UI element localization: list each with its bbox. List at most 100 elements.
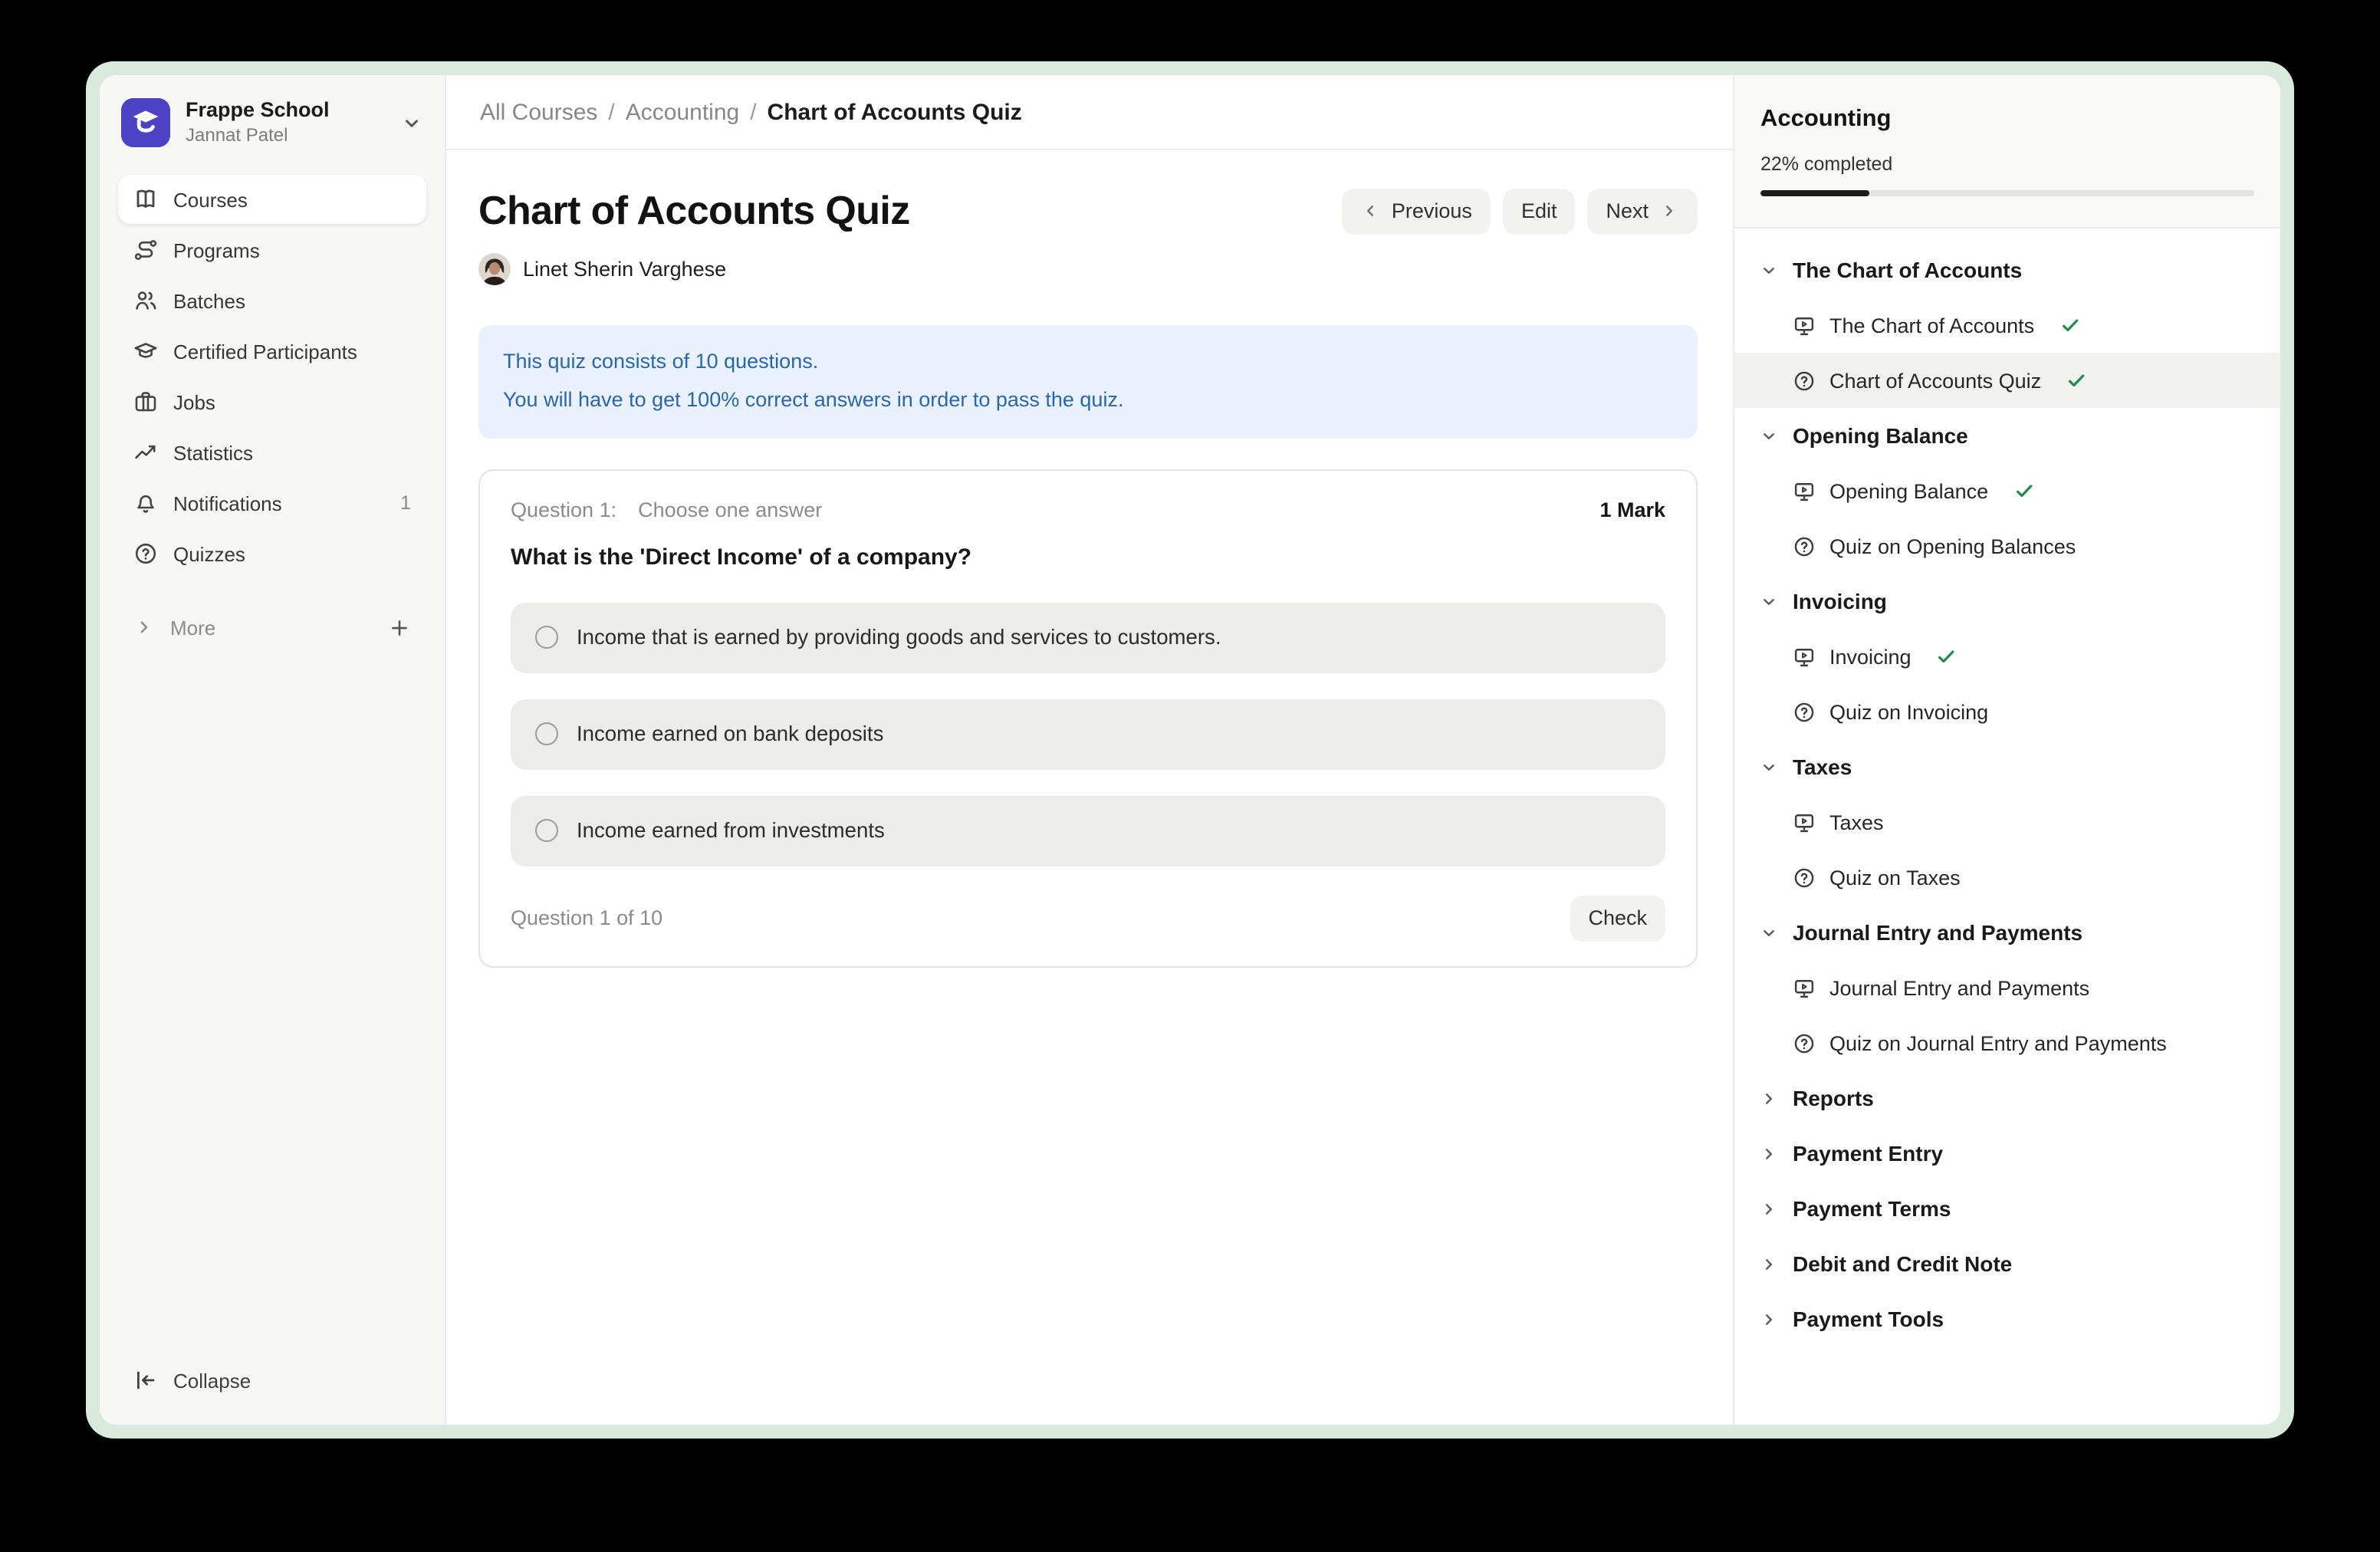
check-button-label: Check bbox=[1588, 907, 1647, 930]
chapter-the-chart-of-accounts[interactable]: The Chart of Accounts bbox=[1734, 242, 2280, 298]
course-title: Accounting bbox=[1760, 106, 2254, 133]
question-mark-value: 1 Mark bbox=[1599, 498, 1665, 521]
sidebar-item-label: Courses bbox=[173, 188, 248, 211]
sidebar-item-batches[interactable]: Batches bbox=[118, 276, 426, 325]
app-window: Frappe School Jannat Patel Courses Progr… bbox=[86, 61, 2294, 1439]
edit-button-label: Edit bbox=[1521, 199, 1557, 222]
briefcase-icon bbox=[133, 390, 158, 414]
chapter-label: The Chart of Accounts bbox=[1793, 258, 2022, 282]
sidebar-item-jobs[interactable]: Jobs bbox=[118, 377, 426, 426]
check-button[interactable]: Check bbox=[1570, 896, 1665, 942]
quiz-icon bbox=[1793, 369, 1816, 392]
collapse-sidebar-button[interactable]: Collapse bbox=[118, 1359, 426, 1402]
chapter-journal-entry-and-payments[interactable]: Journal Entry and Payments bbox=[1734, 905, 2280, 960]
lesson-icon bbox=[1793, 479, 1816, 502]
quiz-notice: This quiz consists of 10 questions. You … bbox=[478, 325, 1698, 439]
sidebar-item-programs[interactable]: Programs bbox=[118, 225, 426, 275]
answer-option-3[interactable]: Income earned from investments bbox=[511, 796, 1665, 866]
lesson-the-chart-of-accounts[interactable]: The Chart of Accounts bbox=[1734, 298, 2280, 353]
lesson-label: Journal Entry and Payments bbox=[1829, 976, 2089, 999]
breadcrumb-all-courses[interactable]: All Courses bbox=[480, 99, 597, 125]
lesson-taxes[interactable]: Taxes bbox=[1734, 794, 2280, 850]
chapter-reports[interactable]: Reports bbox=[1734, 1070, 2280, 1126]
check-icon bbox=[1936, 646, 1958, 667]
chevron-right-icon bbox=[133, 617, 155, 638]
trending-up-icon bbox=[133, 440, 158, 465]
radio-button[interactable] bbox=[535, 626, 558, 649]
chapter-invoicing[interactable]: Invoicing bbox=[1734, 574, 2280, 629]
question-card: Question 1: Choose one answer 1 Mark Wha… bbox=[478, 469, 1698, 968]
chapter-payment-entry[interactable]: Payment Entry bbox=[1734, 1126, 2280, 1181]
chevron-right-icon bbox=[1759, 1254, 1779, 1274]
chapter-label: Opening Balance bbox=[1793, 423, 1968, 448]
sidebar-more[interactable]: More bbox=[118, 603, 426, 652]
sidebar-item-certified-participants[interactable]: Certified Participants bbox=[118, 327, 426, 376]
chapter-debit-and-credit-note[interactable]: Debit and Credit Note bbox=[1734, 1236, 2280, 1291]
notifications-count-badge: 1 bbox=[400, 492, 411, 514]
bell-icon bbox=[133, 491, 158, 515]
chapter-label: Payment Entry bbox=[1793, 1141, 1943, 1166]
lesson-journal-entry-and-payments[interactable]: Journal Entry and Payments bbox=[1734, 960, 2280, 1015]
chevron-down-icon bbox=[1759, 426, 1779, 446]
check-icon bbox=[2013, 480, 2034, 501]
header-buttons: Previous Edit Next bbox=[1343, 188, 1698, 234]
answer-option-2[interactable]: Income earned on bank deposits bbox=[511, 699, 1665, 770]
screen: Frappe School Jannat Patel Courses Progr… bbox=[0, 0, 2380, 1552]
lesson-label: Chart of Accounts Quiz bbox=[1829, 369, 2041, 392]
question-progress-label: Question 1 of 10 bbox=[511, 907, 662, 930]
lesson-label: The Chart of Accounts bbox=[1829, 314, 2034, 337]
course-completed-label: 22% completed bbox=[1760, 153, 2254, 175]
chevron-down-icon bbox=[1759, 260, 1779, 280]
chapter-label: Invoicing bbox=[1793, 589, 1887, 613]
breadcrumb-current: Chart of Accounts Quiz bbox=[768, 99, 1022, 125]
lesson-invoicing[interactable]: Invoicing bbox=[1734, 629, 2280, 684]
chevron-left-icon bbox=[1361, 201, 1381, 221]
sidebar-item-courses[interactable]: Courses bbox=[118, 175, 426, 224]
left-sidebar: Frappe School Jannat Patel Courses Progr… bbox=[100, 75, 446, 1425]
answer-option-label: Income that is earned by providing goods… bbox=[577, 626, 1221, 649]
chevron-right-icon bbox=[1759, 1199, 1779, 1218]
lesson-quiz-on-journal-entry-and-payments[interactable]: Quiz on Journal Entry and Payments bbox=[1734, 1015, 2280, 1070]
previous-button[interactable]: Previous bbox=[1343, 188, 1491, 234]
lesson-quiz-on-taxes[interactable]: Quiz on Taxes bbox=[1734, 850, 2280, 905]
plus-icon[interactable] bbox=[388, 616, 411, 639]
breadcrumb-accounting[interactable]: Accounting bbox=[626, 99, 739, 125]
chapter-taxes[interactable]: Taxes bbox=[1734, 739, 2280, 794]
chapter-payment-terms[interactable]: Payment Terms bbox=[1734, 1181, 2280, 1236]
lesson-chart-of-accounts-quiz[interactable]: Chart of Accounts Quiz bbox=[1734, 353, 2280, 408]
radio-button[interactable] bbox=[535, 723, 558, 746]
graduation-cap-icon bbox=[133, 339, 158, 363]
chapter-label: Taxes bbox=[1793, 755, 1852, 779]
school-meta: Frappe School Jannat Patel bbox=[186, 98, 330, 147]
lesson-quiz-on-opening-balances[interactable]: Quiz on Opening Balances bbox=[1734, 518, 2280, 574]
lesson-opening-balance[interactable]: Opening Balance bbox=[1734, 463, 2280, 518]
lesson-label: Quiz on Opening Balances bbox=[1829, 534, 2076, 557]
sidebar-item-quizzes[interactable]: Quizzes bbox=[118, 529, 426, 578]
chapter-label: Payment Tools bbox=[1793, 1307, 1944, 1331]
answer-option-label: Income earned on bank deposits bbox=[577, 723, 883, 746]
sidebar-item-notifications[interactable]: Notifications 1 bbox=[118, 478, 426, 528]
page-title: Chart of Accounts Quiz bbox=[478, 187, 910, 235]
quiz-notice-line2: You will have to get 100% correct answer… bbox=[503, 382, 1673, 420]
lesson-quiz-on-invoicing[interactable]: Quiz on Invoicing bbox=[1734, 684, 2280, 739]
lesson-label: Opening Balance bbox=[1829, 479, 1988, 502]
chapter-opening-balance[interactable]: Opening Balance bbox=[1734, 408, 2280, 463]
chevron-down-icon bbox=[400, 111, 423, 134]
sidebar-item-label: Quizzes bbox=[173, 542, 245, 565]
school-switcher[interactable]: Frappe School Jannat Patel bbox=[118, 95, 426, 150]
answer-option-1[interactable]: Income that is earned by providing goods… bbox=[511, 603, 1665, 673]
book-open-icon bbox=[133, 187, 158, 212]
sidebar-item-statistics[interactable]: Statistics bbox=[118, 428, 426, 477]
edit-button[interactable]: Edit bbox=[1503, 188, 1576, 234]
author-row: Linet Sherin Varghese bbox=[478, 253, 1698, 285]
lesson-icon bbox=[1793, 645, 1816, 668]
sidebar-item-label: Jobs bbox=[173, 390, 215, 413]
question-text: What is the 'Direct Income' of a company… bbox=[511, 544, 1665, 570]
lesson-icon bbox=[1793, 314, 1816, 337]
quiz-content: Chart of Accounts Quiz Previous Edit Nex… bbox=[446, 150, 1733, 968]
chapter-payment-tools[interactable]: Payment Tools bbox=[1734, 1291, 2280, 1346]
chevron-down-icon bbox=[1759, 922, 1779, 942]
next-button[interactable]: Next bbox=[1587, 188, 1698, 234]
school-name: Frappe School bbox=[186, 98, 330, 124]
radio-button[interactable] bbox=[535, 820, 558, 843]
